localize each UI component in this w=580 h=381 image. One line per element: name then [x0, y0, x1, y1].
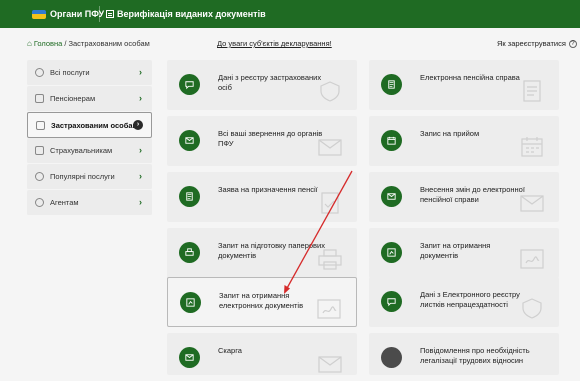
nav-divider — [99, 6, 100, 22]
nav-pfu-bodies-label: Органи ПФУ — [50, 9, 105, 19]
envelope-icon — [381, 186, 402, 207]
document-icon — [35, 146, 44, 155]
signed-document-icon — [180, 292, 201, 313]
sidebar-item-popular-services[interactable]: Популярні послуги › — [27, 164, 152, 190]
service-card-appointment[interactable]: Запис на прийом — [369, 116, 559, 166]
circle-icon — [35, 68, 44, 77]
service-card-request-documents[interactable]: Запит на отримання документів — [369, 228, 559, 278]
sidebar-item-label: Пенсіонерам — [50, 94, 96, 103]
chevron-right-icon: › — [139, 67, 142, 77]
service-card-labor-legalization[interactable]: Повідомлення про необхідність легалізаці… — [369, 333, 559, 375]
chat-icon — [381, 291, 402, 312]
chevron-right-icon: › — [139, 93, 142, 103]
chevron-right-icon: › — [133, 120, 143, 130]
service-card-title: Заява на призначення пенсії — [218, 185, 318, 194]
breadcrumb-current: Застрахованим особам — [68, 39, 150, 48]
service-card-title: Електронна пенсійна справа — [420, 73, 520, 82]
service-card-paper-documents[interactable]: Запит на підготовку паперових документів — [167, 228, 357, 278]
document-icon — [106, 10, 114, 18]
sidebar-item-pensioners[interactable]: Пенсіонерам › — [27, 86, 152, 112]
service-card-insured-registry[interactable]: Дані з реєстру застрахованих осіб — [167, 60, 357, 110]
how-to-register-label: Як зареєструватися — [497, 39, 566, 48]
sidebar-item-label: Всі послуги — [50, 68, 90, 77]
circle-icon — [35, 172, 44, 181]
envelope-icon — [35, 94, 44, 103]
service-card-title: Повідомлення про необхідність легалізаці… — [420, 346, 530, 365]
nav-pfu-bodies[interactable]: Органи ПФУ — [32, 0, 104, 28]
document-outline-icon — [523, 80, 541, 102]
envelope-icon — [179, 347, 200, 368]
envelope-icon — [179, 130, 200, 151]
sidebar-item-label: Застрахованим особам — [51, 120, 139, 130]
top-navigation-bar: Органи ПФУ Верифікація виданих документі… — [0, 0, 580, 28]
service-card-appeals[interactable]: Всі ваші звернення до органів ПФУ — [167, 116, 357, 166]
sidebar-item-label: Страхувальникам — [50, 146, 113, 155]
printer-icon — [179, 242, 200, 263]
sidebar-item-label: Популярні послуги — [50, 172, 115, 181]
document-icon — [381, 74, 402, 95]
calendar-outline-icon — [521, 137, 543, 157]
document-check-icon — [321, 192, 339, 214]
service-card-title: Дані з Електронного реєстру листків непр… — [420, 290, 520, 309]
service-card-title: Внесення змін до електронної пенсійної с… — [420, 185, 525, 204]
document-icon — [179, 186, 200, 207]
service-card-title: Запит на отримання електронних документі… — [219, 291, 304, 310]
breadcrumb-home-link[interactable]: Головна — [34, 39, 63, 48]
home-icon: ⌂ — [27, 39, 32, 48]
document-icon — [36, 120, 45, 130]
service-card-electronic-documents[interactable]: Запит на отримання електронних документі… — [167, 277, 357, 327]
calendar-icon — [381, 130, 402, 151]
service-card-title: Дані з реєстру застрахованих осіб — [218, 73, 322, 92]
chevron-right-icon: › — [139, 171, 142, 181]
sidebar-item-all-services[interactable]: Всі послуги › — [27, 60, 152, 86]
service-card-title: Запис на прийом — [420, 129, 480, 138]
dot-icon — [381, 347, 402, 368]
declaration-notice-link[interactable]: До уваги суб'єктів декларування! — [217, 39, 332, 48]
how-to-register-link[interactable]: Як зареєструватися ? — [497, 39, 577, 48]
chevron-right-icon: › — [139, 145, 142, 155]
service-card-pension-file-changes[interactable]: Внесення змін до електронної пенсійної с… — [369, 172, 559, 222]
service-card-electronic-pension-file[interactable]: Електронна пенсійна справа — [369, 60, 559, 110]
signed-document-outline-icon — [317, 299, 341, 319]
service-card-complaint[interactable]: Скарга — [167, 333, 357, 375]
service-card-pension-application[interactable]: Заява на призначення пенсії — [167, 172, 357, 222]
sidebar: Всі послуги › Пенсіонерам › Застраховани… — [27, 60, 152, 216]
shield-icon — [320, 81, 340, 102]
service-card-title: Всі ваші звернення до органів ПФУ — [218, 129, 323, 148]
envelope-outline-icon — [520, 195, 544, 212]
service-card-title: Скарга — [218, 346, 242, 355]
chat-icon — [179, 74, 200, 95]
shield-icon — [522, 298, 542, 319]
service-card-title: Запит на підготовку паперових документів — [218, 241, 325, 260]
flag-icon — [32, 9, 46, 19]
breadcrumb: ⌂ Головна / Застрахованим особам — [27, 39, 150, 48]
sidebar-item-insurers[interactable]: Страхувальникам › — [27, 138, 152, 164]
envelope-outline-icon — [318, 139, 342, 156]
sidebar-item-agents[interactable]: Агентам › — [27, 190, 152, 216]
signed-document-icon — [381, 242, 402, 263]
signed-document-outline-icon — [520, 249, 544, 269]
sidebar-item-label: Агентам — [50, 198, 79, 207]
gear-icon — [35, 198, 44, 207]
sidebar-item-insured-persons[interactable]: Застрахованим особам › — [27, 112, 152, 138]
envelope-outline-icon — [318, 356, 342, 373]
breadcrumb-separator: / — [64, 39, 67, 48]
nav-verification-label: Верифікація виданих документів — [117, 9, 266, 19]
chevron-right-icon: › — [139, 197, 142, 207]
service-card-title: Запит на отримання документів — [420, 241, 491, 260]
service-card-sick-leave-registry[interactable]: Дані з Електронного реєстру листків непр… — [369, 277, 559, 327]
help-icon: ? — [568, 39, 577, 48]
nav-verification[interactable]: Верифікація виданих документів — [106, 0, 266, 28]
printer-outline-icon — [318, 249, 342, 270]
